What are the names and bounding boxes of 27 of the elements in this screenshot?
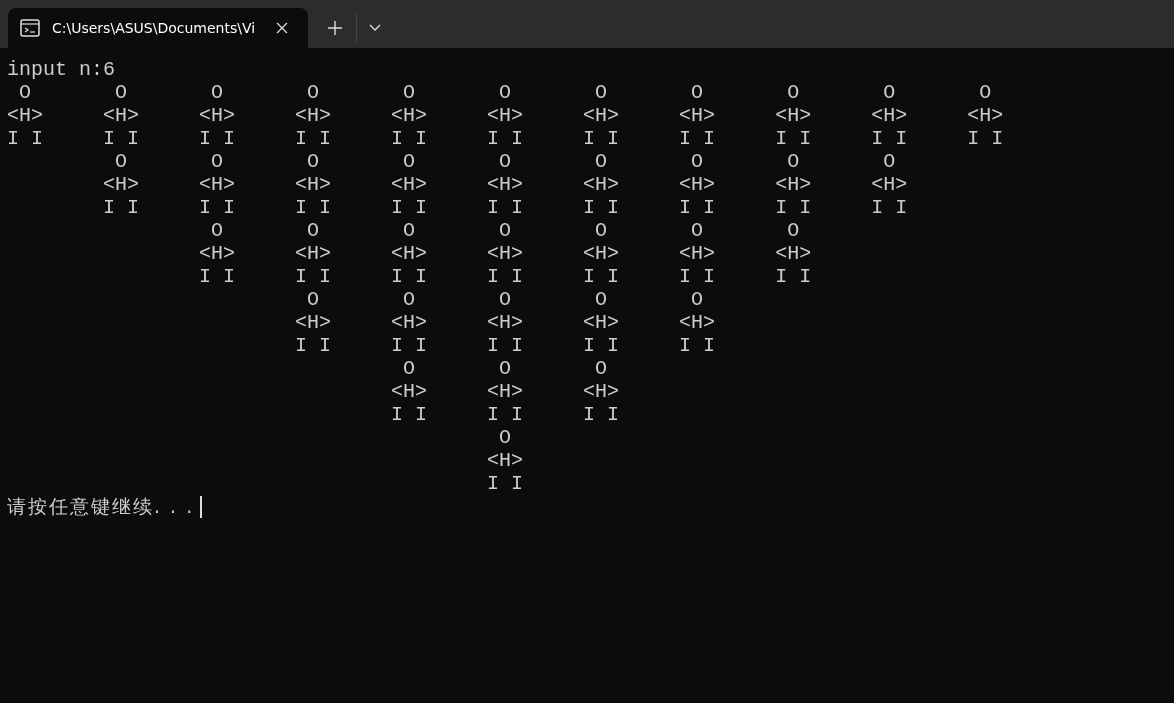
- console-line: O: [498, 426, 513, 449]
- dropdown-chevron-icon[interactable]: [369, 24, 381, 32]
- console-line: <H> <H> <H> <H> <H> <H> <H> <H> <H> <H> <H>: [7, 104, 1005, 127]
- close-icon[interactable]: [276, 22, 288, 34]
- console-line: I I I I I I I I I I: [294, 334, 717, 357]
- console-line: O O O O O O O O O: [114, 150, 897, 173]
- console-line: <H> <H> <H>: [390, 380, 621, 403]
- console-line: <H> <H> <H> <H> <H>: [294, 311, 717, 334]
- console-line: <H> <H> <H> <H> <H> <H> <H>: [198, 242, 813, 265]
- console-line: I I I I I I I I I I I I I I I I I I I I I I: [7, 127, 1005, 150]
- terminal-tab[interactable]: C:\Users\ASUS\Documents\Vi: [8, 8, 308, 48]
- console-line: I I I I I I I I I I I I I I I I I I: [102, 196, 909, 219]
- console-line: <H>: [486, 449, 525, 472]
- console-line: O O O: [402, 357, 609, 380]
- console-line: <H> <H> <H> <H> <H> <H> <H> <H> <H>: [102, 173, 909, 196]
- terminal-icon: [20, 19, 40, 37]
- console-line: I I: [486, 472, 525, 495]
- console-line: I I I I I I I I I I I I I I: [198, 265, 813, 288]
- console-line: O O O O O O O: [210, 219, 801, 242]
- console-line: input n:6: [7, 58, 117, 81]
- new-tab-icon[interactable]: [328, 21, 342, 35]
- console-line: O O O O O: [306, 288, 705, 311]
- tab-title: C:\Users\ASUS\Documents\Vi: [52, 20, 257, 36]
- console-line: I I I I I I: [390, 403, 621, 426]
- console-line: O O O O O O O O O O O: [18, 81, 993, 104]
- text-cursor: [200, 495, 203, 518]
- console-line: 请按任意键继续. . .: [7, 495, 195, 518]
